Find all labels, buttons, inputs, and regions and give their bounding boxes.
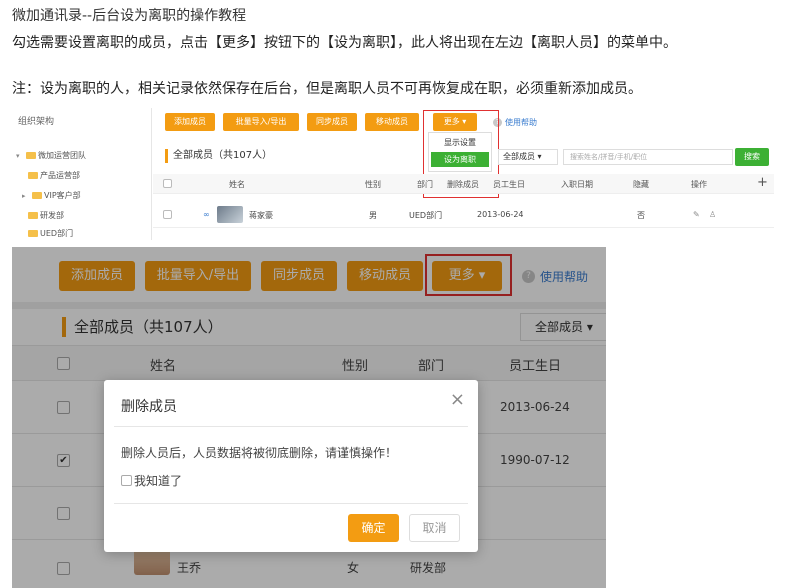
doc-title: 微加通讯录--后台设为离职的操作教程 [12,8,247,24]
user-icon[interactable]: ♙ [709,210,716,219]
member-gender: 男 [369,211,377,220]
link-icon: ∞ [203,210,210,219]
sidebar-title: 组织架构 [18,117,55,127]
delete-member-dialog: 删除成员 × 删除人员后，人员数据将被彻底删除，请谨慎操作！ 我知道了 确定 取… [104,380,478,552]
member-count-heading: 全部成员（共107人） [165,149,272,163]
col-join-date: 入职日期 [561,180,593,189]
tree-item-vip[interactable]: ▸ VIP客户部 [22,190,81,201]
divider [114,426,468,427]
caret-down-icon: ▾ [16,151,20,160]
col-actions: 操作 [691,180,707,189]
select-all-checkbox[interactable] [163,179,172,188]
doc-paragraph-note: 注：设为离职的人，相关记录依然保存在后台，但是离职人员不可再恢复成在职，必须重新… [12,81,642,97]
move-members-button[interactable]: 移动成员 [365,113,419,131]
member-panel: 添加成员 批量导入/导出 同步成员 移动成员 更多 ▾ ? 使用帮助 显示设置 … [153,108,774,240]
dialog-message: 删除人员后，人员数据将被彻底删除，请谨慎操作！ [121,446,398,460]
folder-icon [28,172,38,179]
confirm-button[interactable]: 确定 [348,514,399,542]
member-name: 蒋家豪 [249,211,273,220]
col-gender: 性别 [365,180,381,189]
folder-icon [26,152,36,159]
add-member-button[interactable]: 添加成员 [165,113,215,131]
member-filter-select[interactable]: 全部成员 ▾ [498,149,558,165]
folder-icon [28,230,38,237]
screenshot-member-list: 组织架构 ▾ 微加运营团队 产品运营部 ▸ VIP客户部 研发部 UED部门 添… [12,108,774,240]
doc-paragraph-instructions: 勾选需要设置离职的成员，点击【更多】按钮下的【设为离职】，此人将出现在左边【离职… [12,35,677,51]
checkbox-icon[interactable] [121,475,132,486]
col-dept: 部门 [417,180,433,189]
caret-right-icon: ▸ [22,191,26,200]
col-birthday: 员工生日 [493,180,525,189]
edit-icon[interactable]: ✎ [693,210,700,219]
search-button[interactable]: 搜索 [735,148,769,166]
acknowledge-checkbox[interactable]: 我知道了 [121,472,182,489]
dialog-title: 删除成员 [121,399,177,415]
add-column-icon[interactable]: + [757,175,768,190]
member-birthday: 2013-06-24 [477,210,524,219]
member-dept: UED部门 [409,211,443,220]
col-delete-member: 删除成员 [447,180,479,189]
sync-members-button[interactable]: 同步成员 [307,113,357,131]
row-checkbox[interactable] [163,210,172,219]
org-sidebar: 组织架构 ▾ 微加运营团队 产品运营部 ▸ VIP客户部 研发部 UED部门 [12,108,152,240]
tree-item-rd[interactable]: 研发部 [28,210,64,221]
screenshot-delete-dialog: 添加成员 批量导入/导出 同步成员 移动成员 更多 ▾ ? 使用帮助 全部成员（… [12,247,606,588]
member-hidden: 否 [637,211,645,220]
col-hidden: 隐藏 [633,180,649,189]
cancel-button[interactable]: 取消 [409,514,460,542]
folder-icon [32,192,42,199]
avatar [217,206,243,223]
tree-item-team[interactable]: ▾ 微加运营团队 [16,150,86,161]
table-row[interactable]: ∞ 蒋家豪 男 UED部门 2013-06-24 否 ✎ ♙ [153,202,774,228]
tree-item-ued[interactable]: UED部门 [28,228,73,239]
import-export-button[interactable]: 批量导入/导出 [223,113,299,131]
divider [114,503,468,504]
folder-icon [28,212,38,219]
col-name: 姓名 [229,180,245,189]
search-input[interactable]: 搜索姓名/拼音/手机/职位 [563,149,733,165]
table-header: 姓名 性别 部门 删除成员 员工生日 入职日期 隐藏 操作 + [153,174,774,194]
close-icon[interactable]: × [450,389,465,410]
help-link[interactable]: ? 使用帮助 [493,117,537,128]
tree-item-product[interactable]: 产品运营部 [28,170,80,181]
